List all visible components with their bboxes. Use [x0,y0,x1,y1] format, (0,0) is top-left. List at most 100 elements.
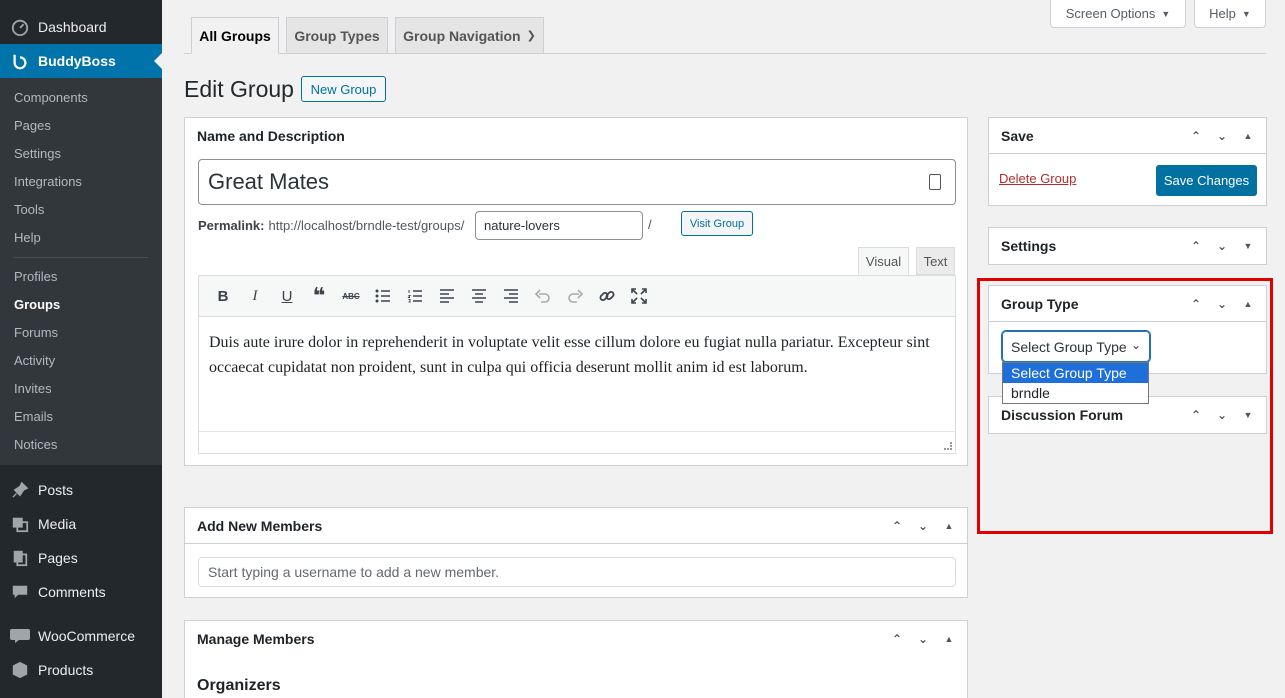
menu-label: Products [38,662,94,678]
submenu-notices[interactable]: Notices [0,431,162,459]
toggle-arrow-down-icon[interactable]: ▼ [1238,241,1258,251]
submenu-settings[interactable]: Settings [0,140,162,168]
numbered-list-icon[interactable] [399,280,431,312]
menu-woocommerce[interactable]: WooCommerce [0,619,162,653]
permalink-url: http://localhost/brndle-test/groups/ [268,217,465,233]
undo-icon[interactable] [527,280,559,312]
toggle-arrow-down-icon[interactable]: ▼ [1238,410,1258,420]
menu-dashboard[interactable]: Dashboard [0,10,162,44]
chevron-up-icon[interactable]: ⌃ [1186,129,1206,143]
group-type-select[interactable]: Select Group Type ⌄ [1002,331,1150,362]
menu-buddyboss[interactable]: BuddyBoss [0,44,162,78]
chevron-down-icon[interactable]: ⌄ [913,519,933,533]
submenu-components[interactable]: Components [0,84,162,112]
chevron-down-icon[interactable]: ⌄ [1212,408,1232,422]
toggle-arrow-up-icon[interactable]: ▲ [939,521,959,531]
blockquote-icon[interactable]: ❝ [303,280,335,312]
chevron-down-icon[interactable]: ⌄ [1212,297,1232,311]
slug-input[interactable]: nature-lovers [475,211,643,240]
save-changes-button[interactable]: Save Changes [1156,165,1257,196]
tab-label: Group Types [294,27,380,44]
align-right-icon[interactable] [495,280,527,312]
woocommerce-icon [10,626,30,646]
chevron-up-icon[interactable]: ⌃ [1186,239,1206,253]
new-group-button[interactable]: New Group [301,76,386,102]
postbox-title: Discussion Forum [1001,407,1124,423]
option-brndle[interactable]: brndle [1003,383,1148,403]
menu-comments[interactable]: Comments [0,575,162,609]
submenu-forums[interactable]: Forums [0,319,162,347]
fullscreen-icon[interactable] [623,280,655,312]
tab-visual[interactable]: Visual [858,247,909,275]
chevron-down-icon[interactable]: ⌄ [1212,129,1232,143]
add-members-box: Add New Members ⌃ ⌄ ▲ Start typing a use… [184,507,968,598]
menu-label: Comments [38,584,106,600]
postbox-title: Settings [1001,238,1057,254]
menu-label: BuddyBoss [38,53,116,69]
slug-slash: / [648,217,652,232]
menu-media[interactable]: Media [0,507,162,541]
submenu-invites[interactable]: Invites [0,375,162,403]
page-title: Edit Group [184,76,294,102]
buddyboss-submenu: Components Pages Settings Integrations T… [0,78,162,465]
resize-handle[interactable] [944,442,952,450]
bold-icon[interactable]: B [207,280,239,312]
submenu-tools[interactable]: Tools [0,196,162,224]
submenu-integrations[interactable]: Integrations [0,168,162,196]
chevron-up-icon[interactable]: ⌃ [1186,297,1206,311]
pages-icon [10,548,30,568]
tab-group-types[interactable]: Group Types [286,17,388,54]
menu-posts[interactable]: Posts [0,473,162,507]
organizers-heading: Organizers [197,677,281,694]
bullet-list-icon[interactable] [367,280,399,312]
postbox-controls: ⌃ ⌄ ▲ [1186,286,1258,322]
postbox-title: Save [1001,127,1034,144]
italic-icon[interactable]: I [239,280,271,312]
menu-label: Dashboard [38,19,107,35]
submenu-help[interactable]: Help [0,224,162,252]
permalink-label: Permalink: [198,217,265,233]
tab-group-navigation[interactable]: Group Navigation ❯ [395,17,544,54]
add-member-input[interactable]: Start typing a username to add a new mem… [198,557,956,587]
tab-all-groups[interactable]: All Groups [191,17,279,54]
menu-pages[interactable]: Pages [0,541,162,575]
group-name-input[interactable]: Great Mates [198,159,956,205]
chevron-up-icon[interactable]: ⌃ [887,632,907,646]
align-left-icon[interactable] [431,280,463,312]
postbox-controls: ⌃ ⌄ ▲ [887,621,959,657]
group-type-box: Group Type ⌃ ⌄ ▲ Select Group Type ⌄ [988,285,1267,374]
chevron-down-icon[interactable]: ⌄ [913,632,933,646]
keyboard-icon [929,174,941,190]
editor-text: Duis aute irure dolor in reprehenderit i… [209,334,930,376]
submenu-separator [14,257,148,258]
submenu-pages[interactable]: Pages [0,112,162,140]
toggle-arrow-up-icon[interactable]: ▲ [1238,299,1258,309]
menu-products[interactable]: Products [0,653,162,687]
chevron-up-icon[interactable]: ⌃ [887,519,907,533]
option-select-group-type[interactable]: Select Group Type [1003,363,1148,383]
editor-content[interactable]: Duis aute irure dolor in reprehenderit i… [198,317,956,454]
underline-icon[interactable]: U [271,280,303,312]
link-icon[interactable] [591,280,623,312]
tab-text[interactable]: Text [916,247,955,275]
postbox-header: Save ⌃ ⌄ ▲ [989,118,1266,154]
menu-label: Posts [38,482,74,498]
submenu-groups[interactable]: Groups [0,291,162,319]
postbox-header: Manage Members ⌃ ⌄ ▲ [185,621,967,657]
toggle-arrow-up-icon[interactable]: ▲ [1238,131,1258,141]
redo-icon[interactable] [559,280,591,312]
tab-label: Group Navigation [403,27,521,44]
delete-group-link[interactable]: Delete Group [999,171,1076,186]
align-center-icon[interactable] [463,280,495,312]
tab-label: All Groups [199,27,271,44]
submenu-profiles[interactable]: Profiles [0,263,162,291]
visit-group-button[interactable]: Visit Group [681,211,753,236]
chevron-down-icon[interactable]: ⌄ [1212,239,1232,253]
submenu-activity[interactable]: Activity [0,347,162,375]
strikethrough-icon[interactable]: ABC [335,280,367,312]
submenu-emails[interactable]: Emails [0,403,162,431]
chevron-up-icon[interactable]: ⌃ [1186,408,1206,422]
toggle-arrow-up-icon[interactable]: ▲ [939,634,959,644]
editor-toolbar: B I U ❝ ABC [198,275,956,317]
postbox-controls: ⌃ ⌄ ▲ [1186,118,1258,154]
